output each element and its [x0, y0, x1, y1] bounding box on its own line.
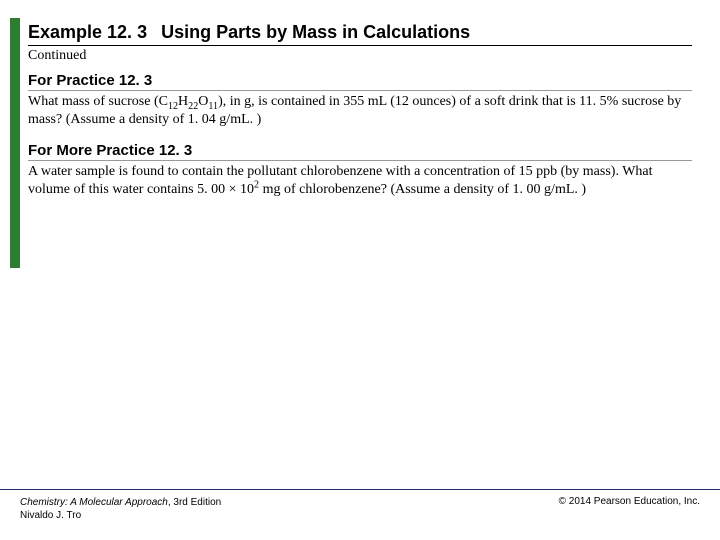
sub-11: 11 [208, 101, 218, 112]
sub-22: 22 [188, 101, 198, 112]
footer: Chemistry: A Molecular Approach, 3rd Edi… [0, 489, 720, 522]
book-title: Chemistry: A Molecular Approach [20, 497, 168, 508]
sub-12: 12 [168, 101, 178, 112]
for-practice-heading: For Practice 12. 3 [28, 72, 692, 91]
author: Nivaldo J. Tro [20, 509, 221, 522]
content-area: Example 12. 3 Using Parts by Mass in Cal… [0, 0, 720, 198]
for-more-practice-body: A water sample is found to contain the p… [28, 163, 692, 198]
example-title: Using Parts by Mass in Calculations [161, 22, 470, 43]
title-row: Example 12. 3 Using Parts by Mass in Cal… [28, 22, 692, 46]
example-number: Example 12. 3 [28, 22, 147, 43]
copyright: © 2014 Pearson Education, Inc. [559, 496, 700, 507]
slide-page: Example 12. 3 Using Parts by Mass in Cal… [0, 0, 720, 540]
practice-text-pre: What mass of sucrose (C [28, 94, 168, 109]
continued-label: Continued [28, 48, 692, 64]
practice-o: O [198, 94, 208, 109]
book-edition: , 3rd Edition [168, 497, 221, 508]
for-more-practice-heading: For More Practice 12. 3 [28, 142, 692, 161]
more-text-post: mg of chlorobenzene? (Assume a density o… [259, 182, 586, 197]
practice-h: H [178, 94, 188, 109]
for-practice-body: What mass of sucrose (C12H22O11), in g, … [28, 93, 692, 128]
accent-bar [10, 18, 20, 268]
footer-left: Chemistry: A Molecular Approach, 3rd Edi… [20, 496, 221, 522]
book-line: Chemistry: A Molecular Approach, 3rd Edi… [20, 496, 221, 509]
